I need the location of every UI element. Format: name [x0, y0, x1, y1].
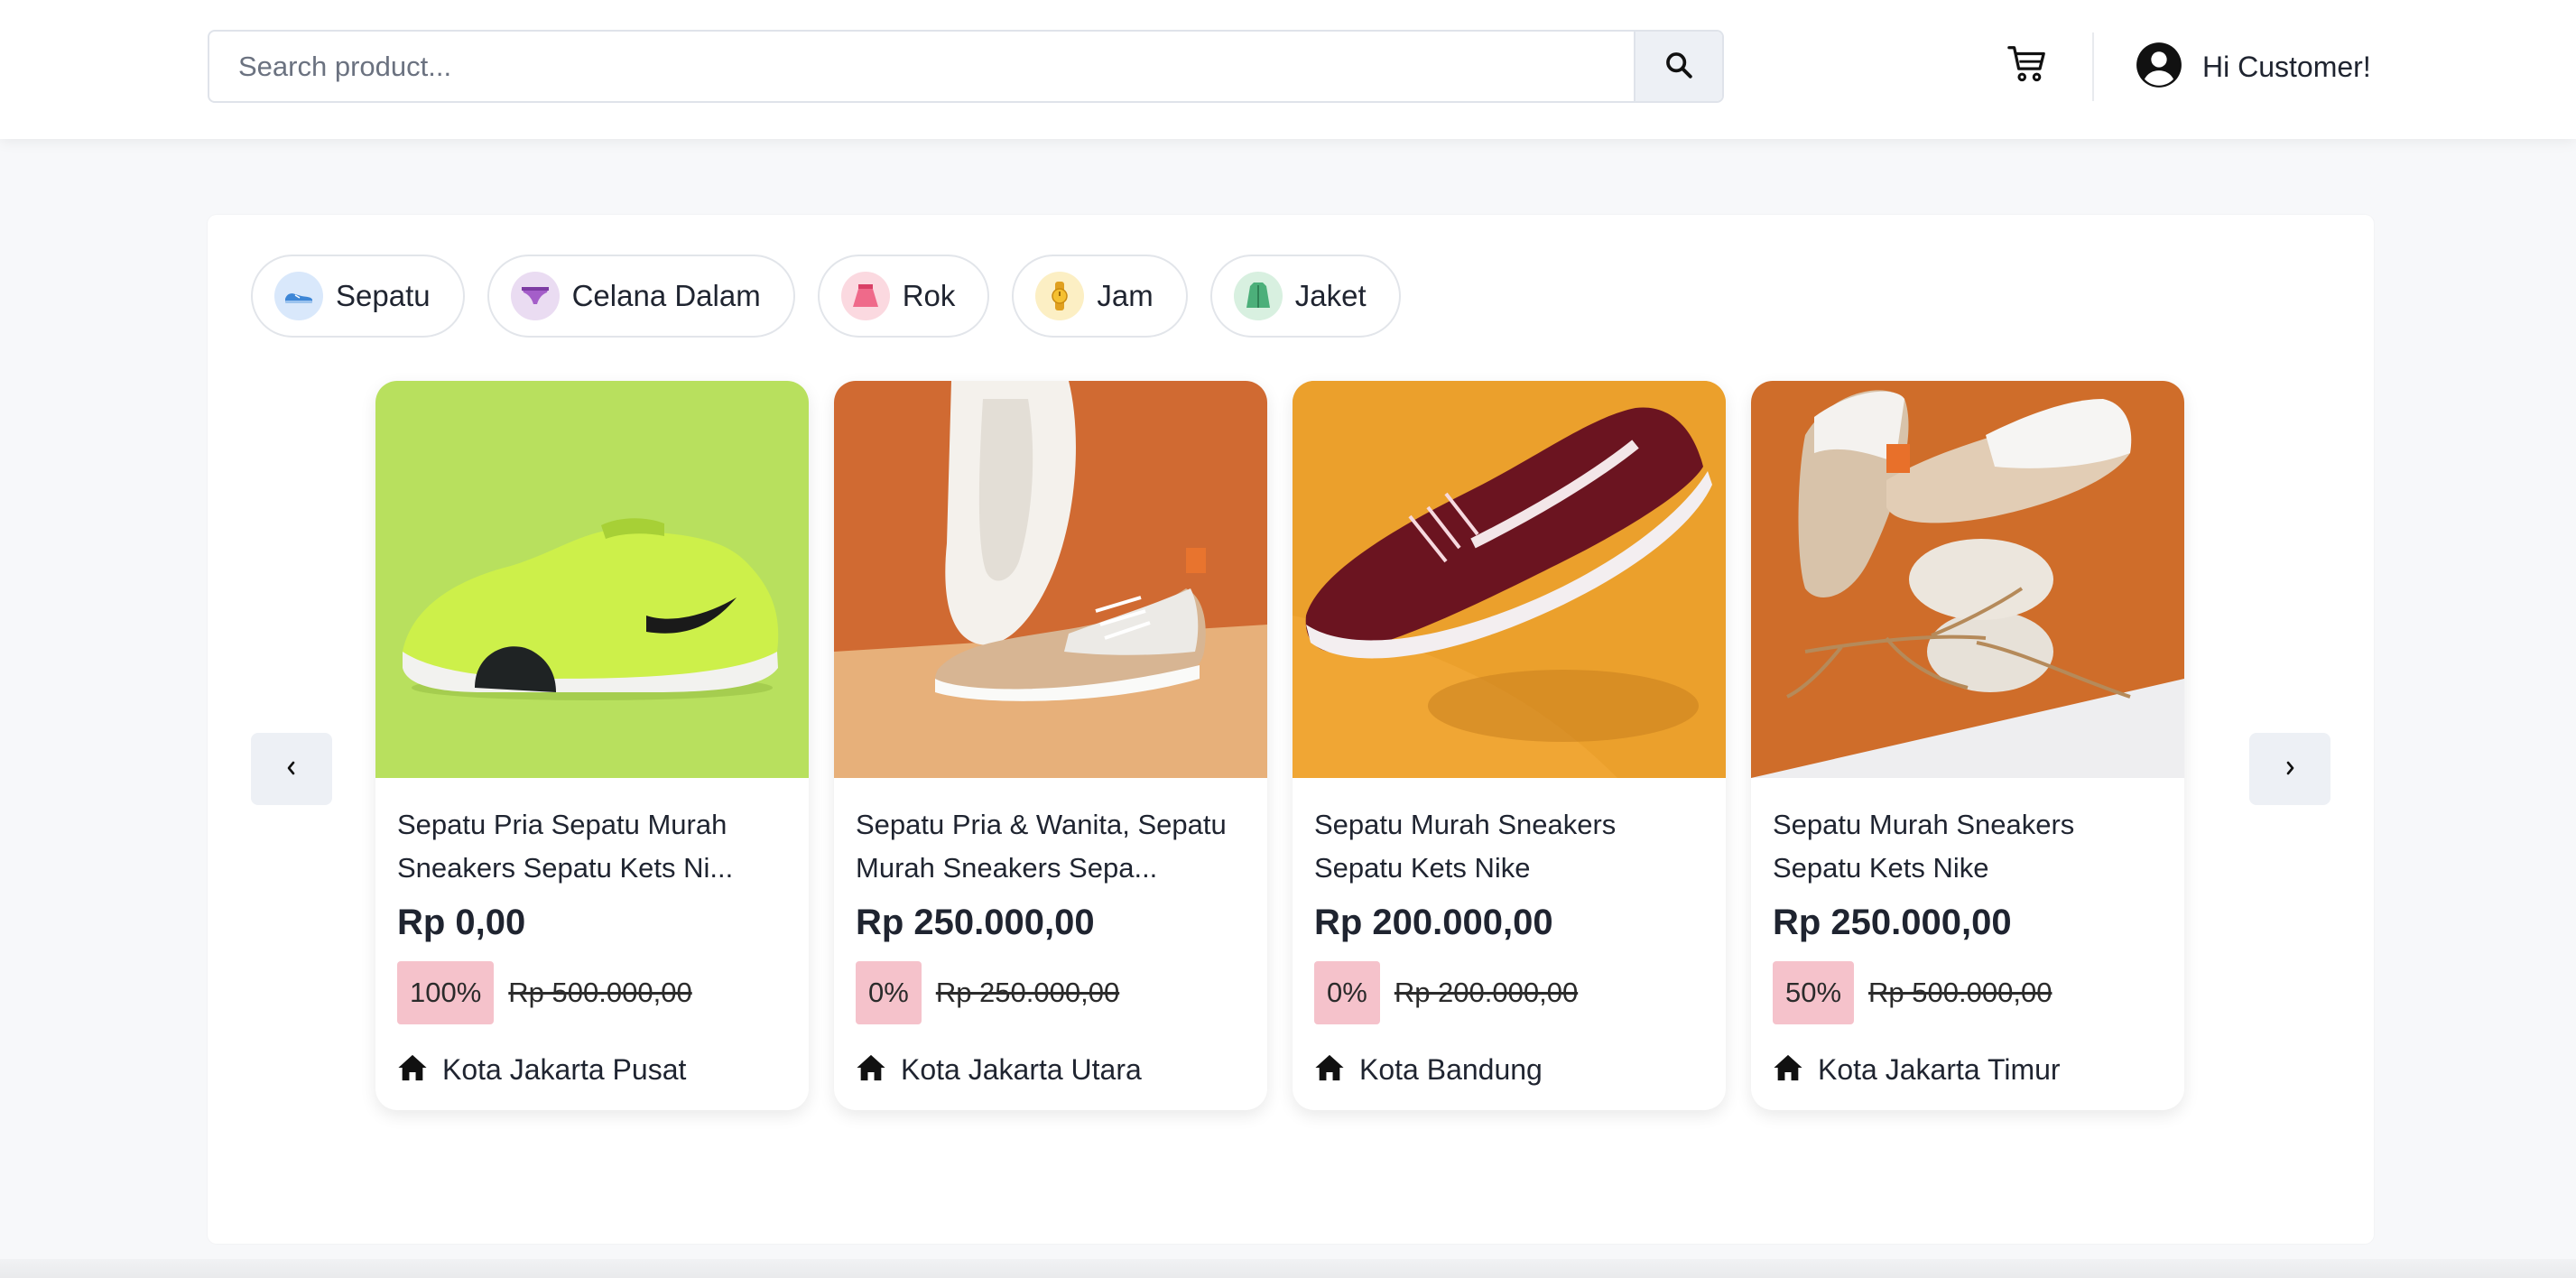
product-title: Sepatu Pria Sepatu Murah Sneakers Sepatu…: [397, 809, 734, 884]
underwear-icon: [510, 272, 560, 320]
product-card[interactable]: Sepatu Pria & Wanita, Sepatu Murah Sneak…: [834, 381, 1267, 1110]
user-greeting: Hi Customer!: [2202, 50, 2371, 83]
category-chip-rok[interactable]: Rok: [817, 255, 990, 338]
search-button[interactable]: [1634, 32, 1722, 101]
product-title: Sepatu Pria & Wanita, Sepatu Murah Sneak…: [856, 809, 1227, 884]
discount-badge: 100%: [397, 961, 495, 1024]
category-label: Celana Dalam: [571, 279, 761, 312]
category-label: Jaket: [1294, 279, 1367, 312]
search-input[interactable]: [209, 32, 1634, 101]
skirt-icon: [840, 272, 890, 320]
product-title: Sepatu Murah Sneakers Sepatu Kets Nike: [1314, 809, 1617, 884]
product-location: Kota Jakarta Utara: [901, 1053, 1142, 1086]
product-card[interactable]: Sepatu Pria Sepatu Murah Sneakers Sepatu…: [375, 381, 809, 1110]
jacket-icon: [1233, 272, 1283, 320]
user-circle-icon: [2136, 42, 2182, 93]
home-icon: [856, 1053, 886, 1087]
original-price: Rp 500.000,00: [508, 977, 692, 1008]
product-image: [375, 381, 809, 778]
discount-badge: 50%: [1773, 961, 1855, 1024]
category-chip-sepatu[interactable]: Sepatu: [251, 255, 465, 338]
top-header: Hi Customer!: [0, 0, 2576, 139]
product-image: [1751, 381, 2184, 778]
category-label: Sepatu: [336, 279, 431, 312]
chevron-right-icon: [2283, 759, 2297, 780]
product-image: [1293, 381, 1726, 778]
shoe-icon: [274, 272, 323, 320]
discount-badge: 0%: [856, 961, 922, 1024]
category-label: Rok: [902, 279, 956, 312]
product-image: [834, 381, 1267, 778]
watch-icon: [1035, 272, 1085, 320]
original-price: Rp 250.000,00: [935, 977, 1120, 1008]
product-price: Rp 0,00: [397, 903, 526, 942]
page-bottom-shadow: [0, 1259, 2576, 1278]
product-carousel: Sepatu Pria Sepatu Murah Sneakers Sepatu…: [375, 381, 2184, 1110]
home-icon: [397, 1053, 428, 1087]
home-icon: [1773, 1053, 1803, 1087]
product-location: Kota Jakarta Timur: [1818, 1053, 2061, 1086]
product-card[interactable]: Sepatu Murah Sneakers Sepatu Kets Nike R…: [1293, 381, 1726, 1110]
original-price: Rp 200.000,00: [1394, 977, 1579, 1008]
category-list: Sepatu Celana Dalam Rok Jam Jaket: [251, 255, 1401, 338]
carousel-next-button[interactable]: [2249, 733, 2330, 805]
product-location: Kota Jakarta Pusat: [442, 1053, 687, 1086]
user-menu[interactable]: Hi Customer!: [2136, 42, 2371, 92]
carousel-prev-button[interactable]: [251, 733, 332, 805]
product-price: Rp 250.000,00: [856, 903, 1095, 942]
home-icon: [1314, 1053, 1345, 1087]
header-divider: [2092, 32, 2094, 101]
category-chip-jaket[interactable]: Jaket: [1209, 255, 1401, 338]
search-bar: [208, 30, 1724, 103]
original-price: Rp 500.000,00: [1868, 977, 2052, 1008]
category-label: Jam: [1097, 279, 1154, 312]
chevron-left-icon: [284, 759, 299, 780]
cart-button[interactable]: [2002, 41, 2052, 91]
product-title: Sepatu Murah Sneakers Sepatu Kets Nike: [1773, 809, 2075, 884]
search-icon: [1663, 50, 1694, 83]
cart-icon: [2006, 43, 2048, 89]
category-chip-jam[interactable]: Jam: [1012, 255, 1188, 338]
category-chip-celana-dalam[interactable]: Celana Dalam: [486, 255, 795, 338]
product-price: Rp 250.000,00: [1773, 903, 2012, 942]
product-card[interactable]: Sepatu Murah Sneakers Sepatu Kets Nike R…: [1751, 381, 2184, 1110]
product-location: Kota Bandung: [1359, 1053, 1543, 1086]
discount-badge: 0%: [1314, 961, 1380, 1024]
product-price: Rp 200.000,00: [1314, 903, 1553, 942]
